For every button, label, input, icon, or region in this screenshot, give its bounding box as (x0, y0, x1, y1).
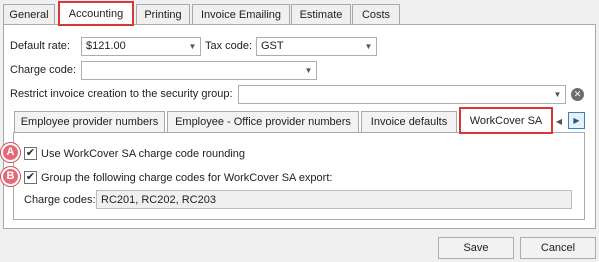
restrict-security-group-label: Restrict invoice creation to the securit… (10, 88, 233, 100)
security-group-select[interactable]: ▼ (238, 85, 566, 104)
default-rate-label: Default rate: (10, 40, 70, 52)
tab-employee-office-provider-numbers[interactable]: Employee - Office provider numbers (167, 111, 359, 132)
accounting-form: Default rate: $121.00 ▼ Tax code: GST ▼ … (0, 0, 599, 262)
tax-code-label: Tax code: (205, 40, 253, 52)
chevron-down-icon: ▼ (304, 66, 313, 75)
clear-icon[interactable]: ✕ (571, 88, 584, 101)
tab-scroll-left-icon[interactable]: ◀ (552, 114, 566, 128)
chevron-down-icon: ▼ (553, 90, 562, 99)
tab-invoice-defaults-label: Invoice defaults (370, 116, 448, 128)
default-rate-select[interactable]: $121.00 ▼ (81, 37, 201, 56)
annotation-marker-b: B (1, 167, 20, 186)
tab-workcover-sa-label: WorkCover SA (469, 115, 543, 127)
workcover-sa-panel: ✔ Use WorkCover SA charge code rounding … (13, 132, 585, 220)
charge-codes-value: RC201, RC202, RC203 (101, 194, 216, 206)
save-button-label: Save (463, 242, 489, 254)
group-charge-codes-label: Group the following charge codes for Wor… (41, 172, 333, 184)
tab-employee-provider-numbers[interactable]: Employee provider numbers (14, 111, 165, 132)
default-rate-value: $121.00 (86, 40, 126, 52)
charge-codes-label: Charge codes: (24, 194, 96, 206)
tax-code-value: GST (261, 40, 284, 52)
charge-code-select[interactable]: ▼ (81, 61, 317, 80)
tab-workcover-sa[interactable]: WorkCover SA (459, 107, 553, 134)
rounding-checkbox[interactable]: ✔ (24, 147, 37, 160)
annotation-marker-a: A (1, 143, 20, 162)
cancel-button[interactable]: Cancel (520, 237, 596, 259)
tab-employee-office-provider-numbers-label: Employee - Office provider numbers (175, 116, 351, 128)
chevron-down-icon: ▼ (188, 42, 197, 51)
cancel-button-label: Cancel (540, 242, 576, 254)
rounding-checkbox-label: Use WorkCover SA charge code rounding (41, 148, 246, 160)
tab-scroll-right-icon[interactable]: ▶ (568, 112, 585, 129)
group-charge-codes-checkbox[interactable]: ✔ (24, 171, 37, 184)
charge-code-label: Charge code: (10, 64, 77, 76)
save-button[interactable]: Save (438, 237, 514, 259)
tab-invoice-defaults[interactable]: Invoice defaults (361, 111, 457, 132)
charge-codes-field[interactable]: RC201, RC202, RC203 (96, 190, 572, 209)
chevron-down-icon: ▼ (364, 42, 373, 51)
tab-employee-provider-numbers-label: Employee provider numbers (20, 116, 159, 128)
tax-code-select[interactable]: GST ▼ (256, 37, 377, 56)
